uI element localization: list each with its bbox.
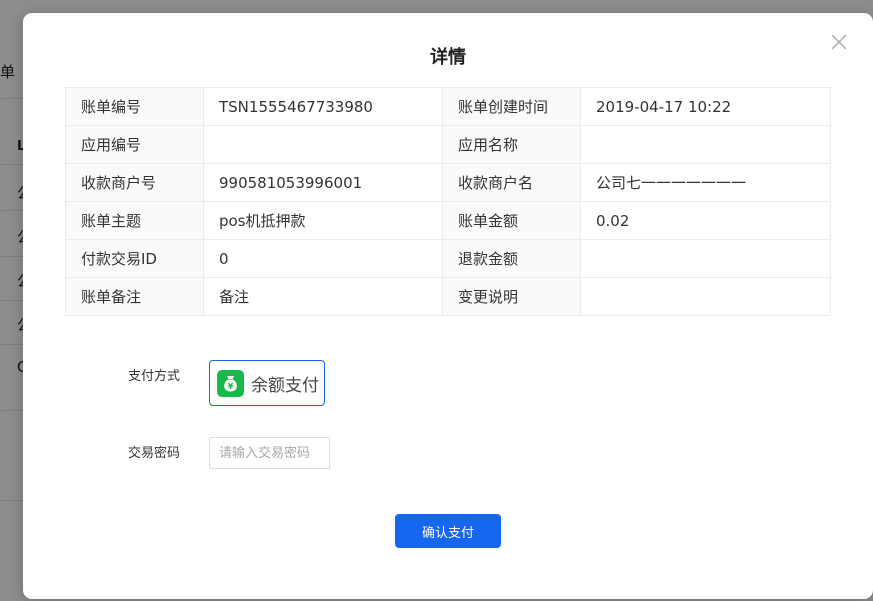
detail-value: 0.02 [580, 201, 831, 240]
details-dialog: 详情 账单编号 TSN1555467733980 账单创建时间 2019-04-… [23, 13, 873, 599]
svg-text:¥: ¥ [228, 382, 234, 391]
detail-label: 账单编号 [65, 87, 204, 126]
table-row: 账单主题 pos机抵押款 账单金额 0.02 [65, 201, 831, 240]
detail-value [580, 125, 831, 164]
detail-label: 收款商户号 [65, 163, 204, 202]
detail-value [203, 125, 443, 164]
table-row: 付款交易ID 0 退款金额 [65, 239, 831, 278]
detail-value [580, 239, 831, 278]
password-label: 交易密码 [128, 446, 181, 461]
detail-label: 账单备注 [65, 277, 204, 316]
transaction-password-input[interactable] [209, 437, 330, 469]
detail-label: 账单主题 [65, 201, 204, 240]
detail-label: 账单创建时间 [442, 87, 581, 126]
detail-label: 账单金额 [442, 201, 581, 240]
payment-option-label: 余额支付 [251, 375, 319, 396]
close-icon[interactable] [828, 31, 850, 53]
detail-label: 退款金额 [442, 239, 581, 278]
balance-payment-option[interactable]: ¥ 余额支付 [209, 360, 325, 406]
dialog-title: 详情 [430, 47, 466, 68]
table-row: 账单备注 备注 变更说明 [65, 277, 831, 316]
detail-value: 备注 [203, 277, 443, 316]
detail-label: 应用编号 [65, 125, 204, 164]
table-row: 账单编号 TSN1555467733980 账单创建时间 2019-04-17 … [65, 87, 831, 126]
detail-label: 收款商户名 [442, 163, 581, 202]
detail-value: 990581053996001 [203, 163, 443, 202]
detail-value: 2019-04-17 10:22 [580, 87, 831, 126]
wallet-icon: ¥ [217, 369, 244, 397]
bill-details-table: 账单编号 TSN1555467733980 账单创建时间 2019-04-17 … [65, 87, 831, 316]
payment-method-label: 支付方式 [128, 369, 181, 384]
detail-value: TSN1555467733980 [203, 87, 443, 126]
table-row: 应用编号 应用名称 [65, 125, 831, 164]
detail-label: 付款交易ID [65, 239, 204, 278]
detail-label: 变更说明 [442, 277, 581, 316]
confirm-payment-button[interactable]: 确认支付 [395, 514, 501, 548]
detail-value: 公司七一一一一一一一 [580, 163, 831, 202]
table-row: 收款商户号 990581053996001 收款商户名 公司七一一一一一一一 [65, 163, 831, 202]
detail-value: pos机抵押款 [203, 201, 443, 240]
detail-value: 0 [203, 239, 443, 278]
detail-value [580, 277, 831, 316]
detail-label: 应用名称 [442, 125, 581, 164]
